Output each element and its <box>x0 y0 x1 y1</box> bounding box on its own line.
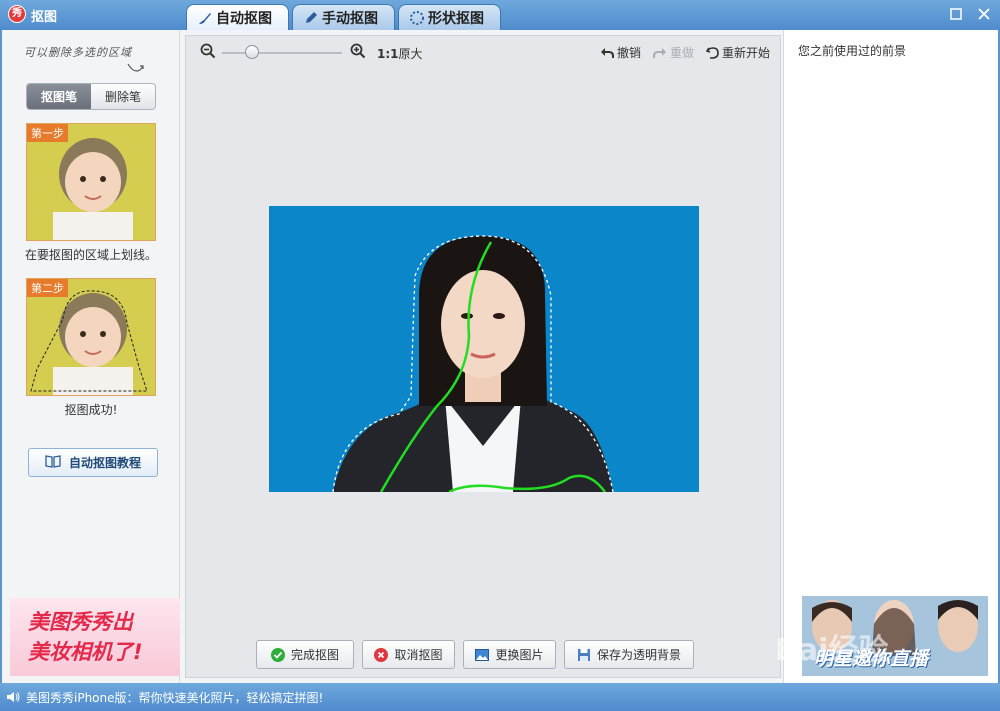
window-title: 抠图 <box>31 10 58 25</box>
zoom-slider-track[interactable] <box>222 52 342 54</box>
auto-cutout-tutorial-button[interactable]: 自动抠图教程 <box>28 448 158 477</box>
tutorial-label: 自动抠图教程 <box>68 456 141 470</box>
step2-caption: 抠图成功! <box>64 403 118 417</box>
ratio-label: 原大 <box>398 47 423 61</box>
change-label: 更换图片 <box>495 648 544 662</box>
restart-button[interactable]: 重新开始 <box>706 44 770 61</box>
step2-example-image: 第二步 <box>26 278 156 396</box>
left-panel: 可以删除多选的区域 抠图笔 删除笔 第一步 在要抠图的区域上划线。 第二步 抠图… <box>2 30 180 683</box>
save-icon <box>577 648 591 662</box>
speaker-icon[interactable] <box>6 691 20 703</box>
change-image-button[interactable]: 更换图片 <box>463 640 556 669</box>
beauty-camera-ad[interactable]: 美图秀秀出 美妆相机了! <box>10 598 180 676</box>
redo-button[interactable]: 重做 <box>653 44 694 61</box>
tab-label: 手动抠图 <box>322 10 378 27</box>
ratio-value: 1:1 <box>377 47 399 61</box>
cancel-icon <box>374 647 389 662</box>
zoom-slider-thumb[interactable] <box>245 45 259 59</box>
image-icon <box>475 648 490 662</box>
tab-manual-cutout[interactable]: 手动抠图 <box>292 4 395 30</box>
window-controls <box>948 6 992 22</box>
step2-tag: 第二步 <box>27 279 68 297</box>
eraser-pen-button[interactable]: 删除笔 <box>91 84 155 109</box>
ad-line1: 美图秀秀出 <box>28 610 133 634</box>
maximize-icon[interactable] <box>948 6 964 22</box>
cancel-cutout-button[interactable]: 取消抠图 <box>362 640 455 669</box>
redo-icon <box>653 47 666 58</box>
tab-shape-cutout[interactable]: 形状抠图 <box>398 4 501 30</box>
step1-tag: 第一步 <box>27 124 68 142</box>
undo-button[interactable]: 撤销 <box>600 44 641 61</box>
pen-icon <box>303 10 319 26</box>
status-bar: 美图秀秀iPhone版：帮你快速美化照片，轻松搞定拼图! <box>0 683 1000 711</box>
tab-auto-cutout[interactable]: 自动抠图 <box>186 4 289 30</box>
restart-label: 重新开始 <box>722 46 771 60</box>
save-transparent-button[interactable]: 保存为透明背景 <box>564 640 694 669</box>
brush-tool-toggle: 抠图笔 删除笔 <box>26 83 156 110</box>
curved-arrow-icon <box>127 63 144 72</box>
finish-label: 完成抠图 <box>290 648 339 662</box>
right-panel: 您之前使用过的前景 明星邀你直播 <box>783 30 998 683</box>
action-bar: 完成抠图 取消抠图 更换图片 保存为透明背景 <box>186 640 780 670</box>
canvas-toolbar: 1:1原大 撤销 重做 重新开始 <box>186 36 780 66</box>
tab-bar: 自动抠图 手动抠图 形状抠图 <box>186 4 504 30</box>
cancel-label: 取消抠图 <box>394 648 443 662</box>
save-label: 保存为透明背景 <box>596 648 681 662</box>
step1-example-image: 第一步 <box>26 123 156 241</box>
tab-label: 自动抠图 <box>216 10 272 27</box>
check-icon <box>270 647 285 662</box>
shape-icon <box>409 10 425 26</box>
portrait-photo[interactable] <box>269 206 699 492</box>
close-icon[interactable] <box>976 6 992 22</box>
ad-line2: 美妆相机了! <box>28 640 143 664</box>
status-message[interactable]: 美图秀秀iPhone版：帮你快速美化照片，轻松搞定拼图! <box>26 689 323 706</box>
finish-cutout-button[interactable]: 完成抠图 <box>256 640 354 669</box>
baidu-watermark: Bai经验 <box>775 633 889 668</box>
brush-icon <box>197 10 213 26</box>
zoom-in-icon[interactable] <box>350 43 366 59</box>
editor-canvas-panel: 1:1原大 撤销 重做 重新开始 完成抠图 取消抠图 更换图片 保存为透明背景 <box>185 35 781 678</box>
zoom-out-icon[interactable] <box>200 43 216 59</box>
undo-label: 撤销 <box>617 46 642 60</box>
app-logo-icon: 秀 <box>8 5 26 23</box>
step1-caption: 在要抠图的区域上划线。 <box>24 248 157 262</box>
title-bar: 秀 抠图 自动抠图 手动抠图 形状抠图 <box>0 0 1000 30</box>
redo-label: 重做 <box>670 46 695 60</box>
actual-size-button[interactable]: 1:1原大 <box>377 45 423 62</box>
restart-icon <box>706 46 719 59</box>
tab-label: 形状抠图 <box>428 10 484 27</box>
cutout-pen-button[interactable]: 抠图笔 <box>27 84 91 109</box>
main-area: 可以删除多选的区域 抠图笔 删除笔 第一步 在要抠图的区域上划线。 第二步 抠图… <box>2 30 998 683</box>
recent-foregrounds-title: 您之前使用过的前景 <box>798 44 907 58</box>
book-icon <box>45 454 61 471</box>
handwritten-hint: 可以删除多选的区域 <box>24 46 132 59</box>
undo-icon <box>601 47 614 58</box>
